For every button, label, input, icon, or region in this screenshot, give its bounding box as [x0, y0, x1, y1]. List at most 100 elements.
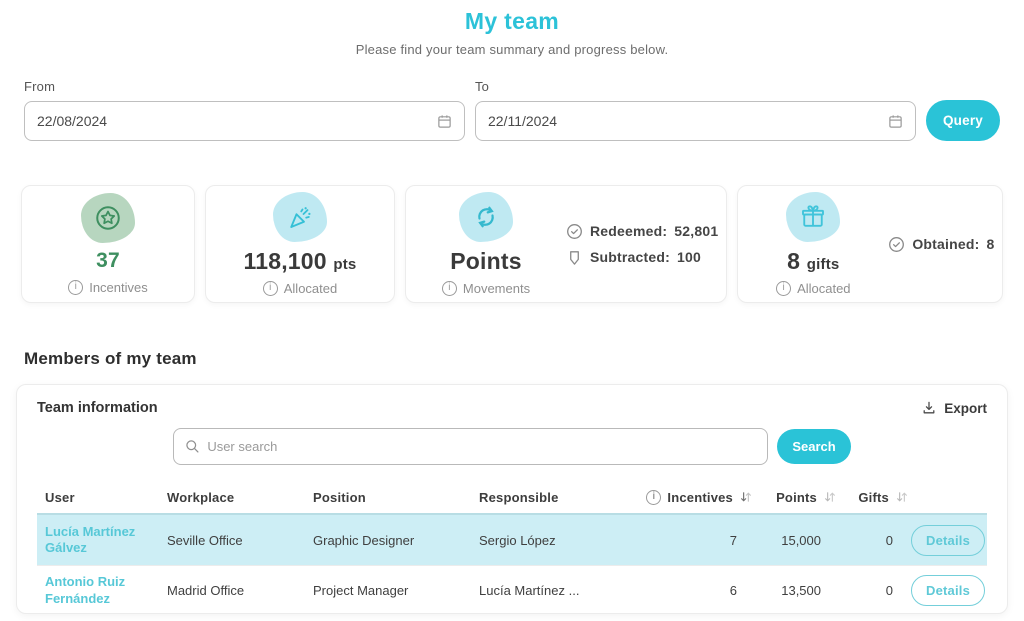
- calendar-icon[interactable]: [888, 114, 903, 129]
- details-button[interactable]: Details: [911, 575, 985, 606]
- obtained-value: 8: [986, 236, 994, 252]
- subtracted-value: 100: [677, 249, 701, 265]
- members-section-title: Members of my team: [24, 349, 1000, 369]
- to-date-input[interactable]: 22/11/2024: [475, 101, 916, 141]
- download-icon: [921, 400, 937, 416]
- user-name-link[interactable]: Lucía Martínez Gálvez: [45, 524, 167, 557]
- actions-cell: Details: [911, 575, 985, 606]
- position-cell: Project Manager: [313, 583, 479, 598]
- sort-icon[interactable]: [823, 490, 837, 504]
- search-box[interactable]: [173, 428, 768, 465]
- column-incentives[interactable]: i Incentives: [629, 490, 755, 505]
- gifts-left: 8 gifts i Allocated: [738, 192, 888, 295]
- info-icon: i: [442, 281, 457, 296]
- obtained-label: Obtained:: [912, 236, 979, 252]
- gifts-label: Allocated: [797, 281, 850, 296]
- sort-icon[interactable]: [895, 490, 909, 504]
- table-row[interactable]: Antonio Ruiz Fernández Madrid Office Pro…: [37, 565, 987, 615]
- page-title: My team: [0, 8, 1024, 35]
- gifts-unit: gifts: [807, 256, 840, 273]
- team-table: User Workplace Position Responsible i In…: [37, 481, 987, 615]
- table-row[interactable]: Lucía Martínez Gálvez Seville Office Gra…: [37, 515, 987, 565]
- sort-icon[interactable]: [739, 490, 753, 504]
- stats-cards: 37 i Incentives 118,100 pts i Allocated …: [0, 185, 1024, 303]
- confetti-icon: [273, 192, 327, 242]
- search-row: Search: [37, 428, 987, 465]
- export-label: Export: [944, 401, 987, 416]
- workplace-cell: Madrid Office: [167, 583, 313, 598]
- search-icon: [185, 439, 200, 454]
- from-field: From 22/08/2024: [24, 79, 465, 141]
- panel-title: Team information: [37, 400, 158, 416]
- allocated-points-value-row: 118,100 pts: [244, 249, 357, 273]
- column-position: Position: [313, 490, 479, 505]
- arrow-down-badge-icon: [566, 249, 583, 266]
- info-icon: i: [68, 280, 83, 295]
- incentives-value: 37: [96, 250, 120, 272]
- subtracted-label: Subtracted:: [590, 249, 670, 265]
- user-name-link[interactable]: Antonio Ruiz Fernández: [45, 574, 167, 607]
- incentives-label: Incentives: [89, 280, 148, 295]
- subtracted-line: Subtracted: 100: [566, 249, 718, 266]
- from-date-value: 22/08/2024: [37, 113, 107, 129]
- incentives-label-row: i Incentives: [68, 280, 148, 295]
- column-responsible: Responsible: [479, 490, 629, 505]
- column-incentives-label: Incentives: [667, 490, 733, 505]
- column-workplace: Workplace: [167, 490, 313, 505]
- page-subtitle: Please find your team summary and progre…: [0, 42, 1024, 57]
- gift-icon: [786, 192, 840, 242]
- star-badge-icon: [81, 193, 135, 243]
- gifts-cell: 0: [839, 533, 911, 548]
- obtained-line: Obtained: 8: [888, 236, 994, 253]
- incentives-cell: 6: [629, 583, 755, 598]
- date-filters: From 22/08/2024 To 22/11/2024 Query: [0, 79, 1024, 141]
- search-button[interactable]: Search: [777, 429, 850, 464]
- allocated-points-card: 118,100 pts i Allocated: [205, 185, 395, 303]
- to-date-value: 22/11/2024: [488, 113, 557, 129]
- info-icon: i: [776, 281, 791, 296]
- details-button[interactable]: Details: [911, 525, 985, 556]
- allocated-label-row: i Allocated: [263, 281, 337, 296]
- gifts-label-row: i Allocated: [776, 281, 850, 296]
- search-input[interactable]: [207, 439, 756, 454]
- gifts-stats: Obtained: 8: [888, 236, 1002, 253]
- query-button[interactable]: Query: [926, 100, 1000, 141]
- panel-header: Team information Export: [37, 400, 987, 416]
- column-user: User: [45, 490, 167, 505]
- table-header-row: User Workplace Position Responsible i In…: [37, 481, 987, 515]
- allocated-points-value: 118,100: [244, 248, 327, 274]
- info-icon: i: [263, 281, 278, 296]
- gifts-value: 8: [787, 248, 800, 274]
- gifts-value-row: 8 gifts: [787, 249, 839, 273]
- allocated-points-unit: pts: [333, 256, 356, 273]
- column-gifts[interactable]: Gifts: [839, 490, 911, 505]
- export-button[interactable]: Export: [921, 400, 987, 416]
- redeemed-line: Redeemed: 52,801: [566, 223, 718, 240]
- page-header: My team Please find your team summary an…: [0, 8, 1024, 57]
- redeemed-label: Redeemed:: [590, 223, 667, 239]
- check-circle-icon: [888, 236, 905, 253]
- workplace-cell: Seville Office: [167, 533, 313, 548]
- column-points-label: Points: [776, 490, 817, 505]
- gifts-cell: 0: [839, 583, 911, 598]
- responsible-cell: Lucía Martínez ...: [479, 583, 629, 598]
- check-circle-icon: [566, 223, 583, 240]
- column-gifts-label: Gifts: [858, 490, 889, 505]
- incentives-cell: 7: [629, 533, 755, 548]
- points-cell: 15,000: [755, 533, 839, 548]
- to-label: To: [475, 79, 916, 94]
- position-cell: Graphic Designer: [313, 533, 479, 548]
- points-cell: 13,500: [755, 583, 839, 598]
- from-date-input[interactable]: 22/08/2024: [24, 101, 465, 141]
- points-movements-left: Points i Movements: [406, 192, 566, 295]
- points-movements-card: Points i Movements Redeemed: 52,801 Subt…: [405, 185, 727, 303]
- info-icon: i: [646, 490, 661, 505]
- column-points[interactable]: Points: [755, 490, 839, 505]
- incentives-card: 37 i Incentives: [21, 185, 195, 303]
- gifts-card: 8 gifts i Allocated Obtained: 8: [737, 185, 1003, 303]
- movements-label-row: i Movements: [442, 281, 530, 296]
- calendar-icon[interactable]: [437, 114, 452, 129]
- my-team-page: My team Please find your team summary an…: [0, 0, 1024, 621]
- allocated-label: Allocated: [284, 281, 337, 296]
- team-information-panel: Team information Export Search User Work…: [16, 384, 1008, 614]
